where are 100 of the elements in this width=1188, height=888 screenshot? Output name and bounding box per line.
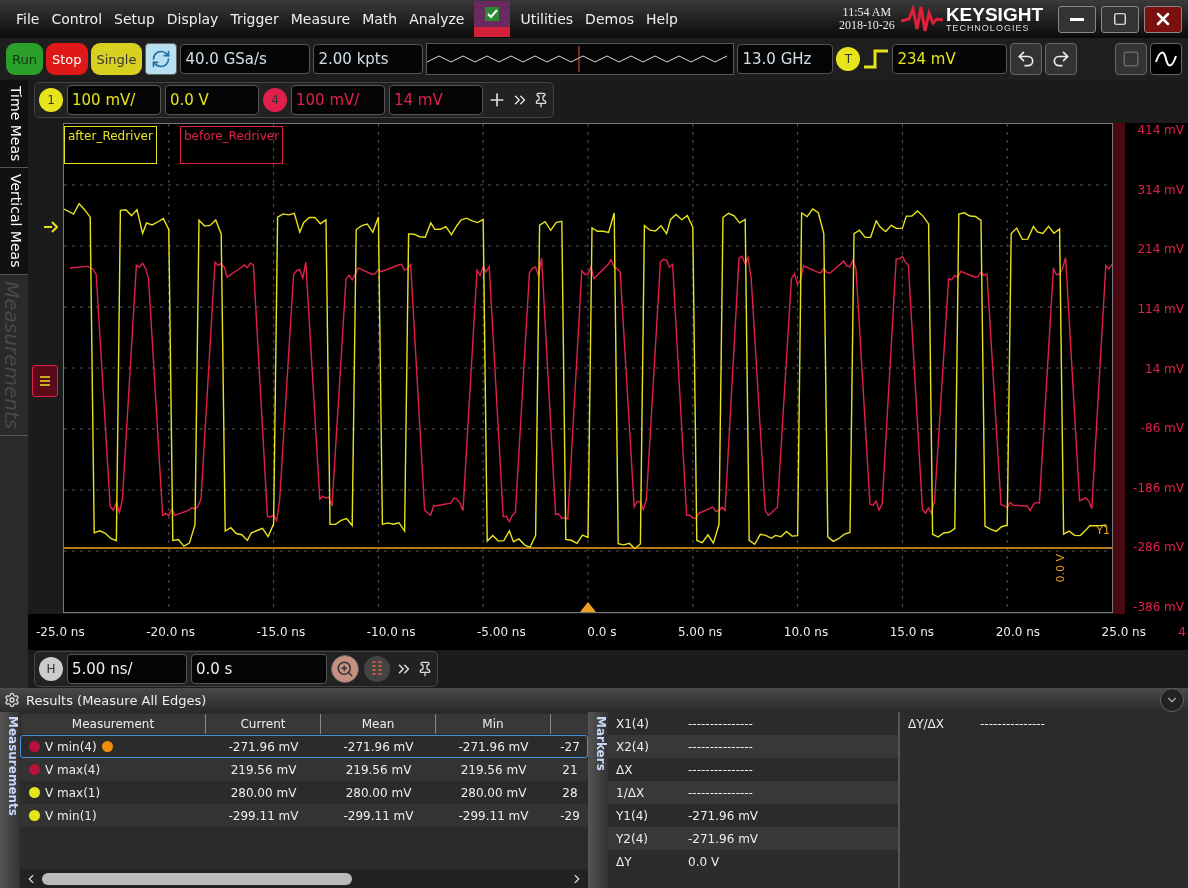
acquisition-button[interactable]: Stop — [45, 43, 88, 75]
circular-arrow-icon — [151, 49, 172, 69]
menu-item[interactable]: Measure — [284, 11, 357, 27]
channel-offset-field[interactable]: 0.0 V — [165, 85, 259, 115]
cursor-label: Y1 — [1096, 524, 1110, 537]
menu-item[interactable]: Trigger — [224, 11, 285, 27]
sample-rate-field[interactable]: 40.0 GSa/s — [180, 44, 311, 74]
channel-offset-field[interactable]: 14 mV — [389, 85, 483, 115]
table-cell-text: 219.56 mV — [229, 762, 298, 777]
table-cell-text: 280.00 mV — [229, 785, 298, 800]
table-cell-text: 21 — [561, 762, 579, 777]
rising-edge-icon — [863, 48, 890, 70]
measurement-name: V max(4) — [45, 762, 101, 777]
measurements-tab[interactable]: Measurements — [0, 712, 20, 888]
collapse-button[interactable] — [1160, 688, 1184, 712]
channel-scale-field[interactable]: 100 mV/ — [67, 85, 161, 115]
table-cell-text: 280.00 mV — [459, 785, 528, 800]
square-icon — [1122, 50, 1140, 68]
waveform-tools-button[interactable] — [1150, 43, 1182, 75]
maximize-button[interactable] — [1101, 5, 1139, 33]
results-title: Results (Measure All Edges) — [26, 692, 207, 708]
column-header[interactable]: Mean — [321, 713, 436, 734]
close-button[interactable] — [1144, 5, 1182, 33]
minimize-button[interactable] — [1058, 5, 1096, 33]
y-axis-label: 214 mV — [1137, 242, 1184, 257]
table-cell-text: 280.00 mV — [344, 785, 413, 800]
bandwidth-field[interactable]: 13.0 GHz — [737, 44, 834, 74]
y-axis-label: -286 mV — [1133, 540, 1184, 555]
menu-item[interactable]: Demos — [579, 11, 640, 27]
table-cell-text: 28 — [561, 785, 579, 800]
x-axis-label: -15.0 ns — [256, 625, 306, 639]
marker-label: Y2(4) — [615, 831, 649, 846]
minimize-icon — [1070, 17, 1084, 21]
table-cell-text: -27 — [559, 739, 581, 754]
marker-label: X1(4) — [615, 716, 650, 731]
x-axis-label: 15.0 ns — [889, 625, 935, 639]
measurement-row[interactable]: V min(4) -271.96 mV -271.96 mV -271.96 mV -27 — [20, 735, 588, 758]
y-axis-label: 114 mV — [1137, 301, 1184, 316]
marker-value: --------------- — [688, 716, 753, 731]
pin-icon[interactable] — [533, 92, 549, 108]
table-cell-text: -271.96 mV — [342, 739, 415, 754]
trace-legend: after_Redriver — [64, 126, 157, 164]
side-tab[interactable]: Time Meas — [0, 80, 28, 169]
acquisition-button[interactable]: Run — [6, 43, 43, 75]
y-axis-label: -186 mV — [1133, 480, 1184, 495]
marker-label: X2(4) — [615, 739, 650, 754]
menu-item[interactable]: Utilities — [514, 11, 580, 27]
undo-button[interactable] — [1010, 43, 1043, 75]
side-tab[interactable]: Vertical Meas — [0, 168, 28, 275]
markers-tab[interactable]: Markers — [588, 712, 608, 888]
lines-icon — [38, 374, 52, 388]
trigger-badge[interactable]: T — [836, 47, 861, 71]
channel-badge[interactable]: 1 — [39, 88, 63, 112]
y-axis-label: -86 mV — [1140, 421, 1184, 436]
menu-item[interactable]: Math — [356, 11, 404, 27]
marker-value: 0.0 V — [688, 854, 720, 869]
marker-label: 1/ΔX — [615, 785, 646, 800]
memory-depth-field[interactable]: 2.00 kpts — [313, 44, 424, 74]
redo-button[interactable] — [1045, 43, 1078, 75]
pin-icon[interactable] — [417, 661, 433, 677]
marker-label: Y1(4) — [615, 808, 649, 823]
table-cell-text: -271.96 mV — [227, 739, 300, 754]
auto-scale-button[interactable] — [145, 43, 178, 75]
scrollbar-thumb[interactable] — [42, 873, 352, 885]
acquisition-button[interactable]: Single — [90, 43, 143, 75]
x-axis-label: -20.0 ns — [146, 625, 195, 639]
measurement-name: V min(4) — [45, 739, 97, 754]
x-axis-label: 0.0 s — [587, 625, 617, 639]
column-header[interactable]: Measurement — [21, 713, 206, 734]
bars-icon[interactable] — [363, 655, 391, 683]
time-scale-field[interactable]: 5.00 ns/ — [67, 654, 187, 684]
menu-item[interactable]: Setup — [108, 11, 161, 27]
logo-name: KEYSIGHT — [945, 5, 1043, 24]
menu-item[interactable]: Help — [640, 11, 684, 27]
measurement-row[interactable]: V max(4) 219.56 mV 219.56 mV 219.56 mV 21 — [20, 758, 588, 781]
table-cell-text: -299.11 mV — [457, 808, 530, 823]
time-position-field[interactable]: 0.0 s — [191, 654, 327, 684]
trigger-level-marker[interactable] — [42, 221, 58, 233]
time-reference-marker[interactable] — [580, 602, 596, 612]
x-axis-label: -25.0 ns — [36, 625, 85, 639]
zoom-button[interactable] — [331, 655, 359, 683]
marker-label: ΔY — [615, 854, 633, 869]
x-axis-label: -10.0 ns — [366, 625, 416, 639]
column-header[interactable]: Current — [206, 713, 321, 734]
app-icon[interactable] — [474, 1, 511, 37]
menu-item[interactable]: File — [10, 11, 46, 27]
marker-value: -271.96 mV — [688, 831, 759, 846]
x-axis-label: 20.0 ns — [995, 625, 1041, 639]
menu-item[interactable]: Control — [45, 11, 109, 27]
horizontal-badge[interactable]: H — [39, 657, 63, 681]
menu-item[interactable]: Analyze — [403, 11, 471, 27]
channel-ground-marker[interactable] — [32, 365, 58, 397]
trigger-level-field[interactable]: 234 mV — [892, 44, 1008, 74]
y-axis-label: -386 mV — [1133, 600, 1184, 614]
channel-scale-field[interactable]: 100 mV/ — [291, 85, 385, 115]
column-header[interactable]: Min — [436, 713, 551, 734]
marker-value: -271.96 mV — [688, 808, 759, 823]
menu-item[interactable]: Display — [160, 11, 225, 27]
measurement-row[interactable]: V min(1) -299.11 mV -299.11 mV -299.11 mV -29 — [20, 804, 588, 827]
settings-icon[interactable] — [4, 692, 20, 708]
